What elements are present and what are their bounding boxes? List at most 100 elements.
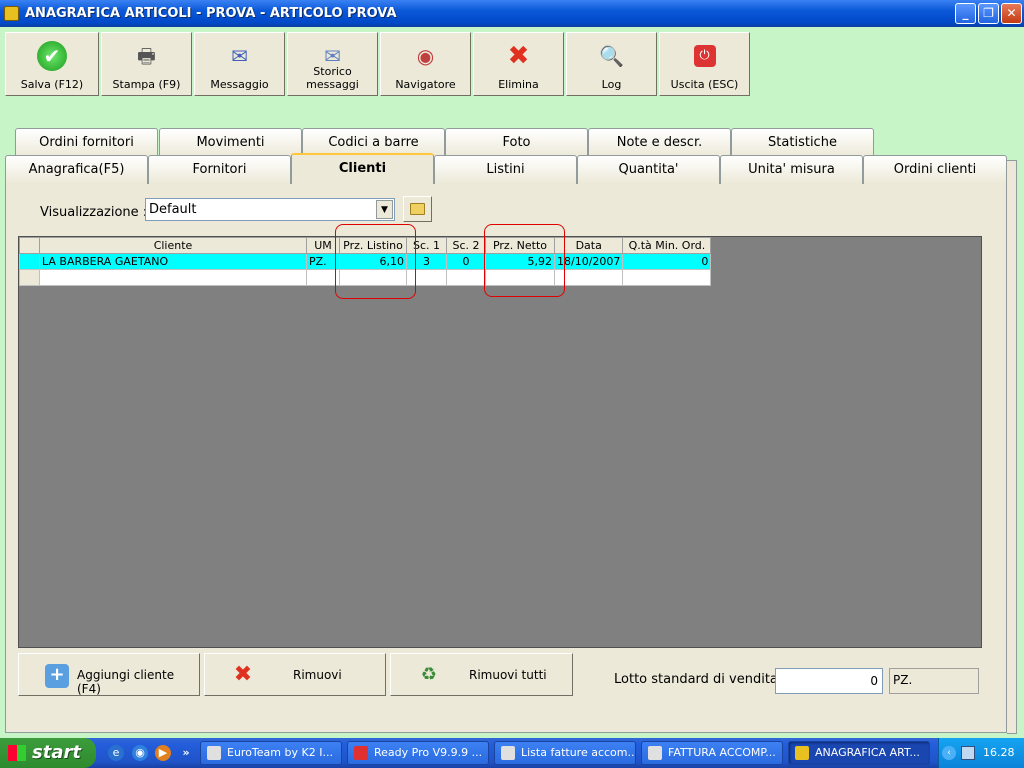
start-button[interactable]: start	[0, 738, 96, 768]
chevron-down-icon[interactable]: ▼	[376, 200, 393, 219]
row-indicator[interactable]	[19, 253, 40, 270]
cell-empty[interactable]	[339, 269, 407, 286]
toolbar: ✔ Salva (F12) 🖶 Stampa (F9) ✉ Messaggio …	[5, 32, 751, 96]
col-prz-listino[interactable]: Prz. Listino	[339, 237, 407, 254]
remove-button[interactable]: ✖ Rimuovi	[204, 653, 386, 696]
tab-ordini-fornitori[interactable]: Ordini fornitori	[15, 128, 158, 157]
col-cliente[interactable]: Cliente	[39, 237, 307, 254]
system-tray: ‹ 16.28	[938, 738, 1024, 768]
lotto-input[interactable]: 0	[775, 668, 883, 694]
customers-table: Cliente UM Prz. Listino Sc. 1 Sc. 2 Prz.…	[19, 237, 712, 286]
task-ready-pro[interactable]: Ready Pro V9.9.9 ...	[347, 741, 489, 765]
exit-icon: ⏻	[693, 45, 716, 67]
tab-statistiche[interactable]: Statistiche	[731, 128, 874, 157]
clock: 16.28	[983, 746, 1015, 759]
row-indicator[interactable]	[19, 269, 40, 286]
minimize-button[interactable]: _	[955, 3, 976, 24]
tab-anagrafica[interactable]: Anagrafica(F5)	[5, 155, 148, 184]
table-row-empty[interactable]	[19, 269, 712, 286]
remove-all-button[interactable]: ♻ Rimuovi tutti	[390, 653, 573, 696]
task-euroteam[interactable]: EuroTeam by K2 I...	[200, 741, 342, 765]
taskbar: start e ◉ ▶ » EuroTeam by K2 I... Ready …	[0, 738, 1024, 768]
task-icon	[795, 746, 809, 760]
navigator-label: Navigatore	[395, 78, 456, 91]
tab-foto[interactable]: Foto	[445, 128, 588, 157]
message-history-label: Storico messaggi	[306, 65, 359, 91]
tab-unita-misura[interactable]: Unita' misura	[720, 155, 863, 184]
task-icon	[501, 746, 515, 760]
task-icon	[207, 746, 221, 760]
task-lista-fatture[interactable]: Lista fatture accom...	[494, 741, 636, 765]
cell-empty[interactable]	[622, 269, 712, 286]
delete-button[interactable]: ✖ Elimina	[473, 32, 564, 96]
cell-sc1[interactable]: 3	[406, 253, 447, 270]
message-button[interactable]: ✉ Messaggio	[194, 32, 285, 96]
col-sc1[interactable]: Sc. 1	[406, 237, 447, 254]
folder-button[interactable]	[403, 196, 432, 222]
log-button[interactable]: 🔍 Log	[566, 32, 657, 96]
tab-quantita[interactable]: Quantita'	[577, 155, 720, 184]
desktop-icon[interactable]: ◉	[132, 745, 148, 761]
col-prz-netto[interactable]: Prz. Netto	[485, 237, 555, 254]
task-label: Ready Pro V9.9.9 ...	[374, 746, 483, 759]
tab-clienti[interactable]: Clienti	[291, 153, 434, 184]
col-um[interactable]: UM	[306, 237, 340, 254]
cell-qta-min[interactable]: 0	[622, 253, 712, 270]
compass-icon: ◉	[416, 44, 435, 68]
cell-um[interactable]: PZ.	[306, 253, 340, 270]
navigator-button[interactable]: ◉ Navigatore	[380, 32, 471, 96]
task-label: ANAGRAFICA ART...	[815, 746, 920, 759]
cell-empty[interactable]	[446, 269, 486, 286]
tab-panel-edge	[1007, 160, 1017, 734]
printer-icon: 🖶	[137, 44, 156, 68]
cell-empty[interactable]	[553, 269, 624, 286]
task-icon	[354, 746, 368, 760]
tab-ordini-clienti[interactable]: Ordini clienti	[863, 155, 1007, 184]
table-header: Cliente UM Prz. Listino Sc. 1 Sc. 2 Prz.…	[19, 237, 712, 254]
tab-listini[interactable]: Listini	[434, 155, 577, 184]
col-sc2[interactable]: Sc. 2	[446, 237, 486, 254]
delete-label: Elimina	[498, 78, 539, 91]
table-row[interactable]: LA BARBERA GAETANO PZ. 6,10 3 0 5,92 18/…	[19, 253, 712, 270]
lotto-label: Lotto standard di vendita :	[614, 672, 787, 687]
close-button[interactable]: ✕	[1001, 3, 1022, 24]
message-history-button[interactable]: ✉ Storico messaggi	[287, 32, 378, 96]
cell-prz-netto[interactable]: 5,92	[485, 253, 555, 270]
tray-expand-icon[interactable]: ‹	[942, 746, 956, 760]
cell-cliente[interactable]: LA BARBERA GAETANO	[39, 253, 307, 270]
save-label: Salva (F12)	[20, 78, 84, 91]
ie-icon[interactable]: e	[108, 745, 124, 761]
delete-icon: ✖	[507, 41, 530, 71]
cell-empty[interactable]	[39, 269, 307, 286]
media-player-icon[interactable]: ▶	[155, 745, 171, 761]
cell-prz-listino[interactable]: 6,10	[339, 253, 407, 270]
add-customer-button[interactable]: + Aggiungi cliente (F4)	[18, 653, 200, 696]
cell-empty[interactable]	[306, 269, 340, 286]
network-icon[interactable]	[961, 746, 975, 760]
col-data[interactable]: Data	[553, 237, 624, 254]
tab-note-e-descr[interactable]: Note e descr.	[588, 128, 731, 157]
task-icon	[648, 746, 662, 760]
overflow-chevron-icon[interactable]: »	[178, 745, 194, 761]
cell-sc2[interactable]: 0	[446, 253, 486, 270]
title-bar: ANAGRAFICA ARTICOLI - PROVA - ARTICOLO P…	[0, 0, 1024, 27]
check-icon: ✔	[37, 41, 67, 71]
lotto-unit: PZ.	[889, 668, 979, 694]
cell-empty[interactable]	[485, 269, 555, 286]
exit-button[interactable]: ⏻ Uscita (ESC)	[659, 32, 750, 96]
task-label: FATTURA ACCOMP...	[668, 746, 776, 759]
view-select[interactable]: Default ▼	[145, 198, 395, 221]
cell-empty[interactable]	[406, 269, 447, 286]
save-button[interactable]: ✔ Salva (F12)	[5, 32, 99, 96]
log-label: Log	[601, 78, 622, 91]
maximize-button[interactable]: ❐	[978, 3, 999, 24]
print-button[interactable]: 🖶 Stampa (F9)	[101, 32, 192, 96]
customers-grid[interactable]: Cliente UM Prz. Listino Sc. 1 Sc. 2 Prz.…	[18, 236, 982, 648]
task-fattura[interactable]: FATTURA ACCOMP...	[641, 741, 783, 765]
cell-data[interactable]: 18/10/2007	[553, 253, 624, 270]
tab-movimenti[interactable]: Movimenti	[159, 128, 302, 157]
tab-fornitori[interactable]: Fornitori	[148, 155, 291, 184]
window-title: ANAGRAFICA ARTICOLI - PROVA - ARTICOLO P…	[25, 6, 397, 21]
task-anagrafica[interactable]: ANAGRAFICA ART...	[788, 741, 930, 765]
col-qta-min[interactable]: Q.tà Min. Ord.	[622, 237, 712, 254]
